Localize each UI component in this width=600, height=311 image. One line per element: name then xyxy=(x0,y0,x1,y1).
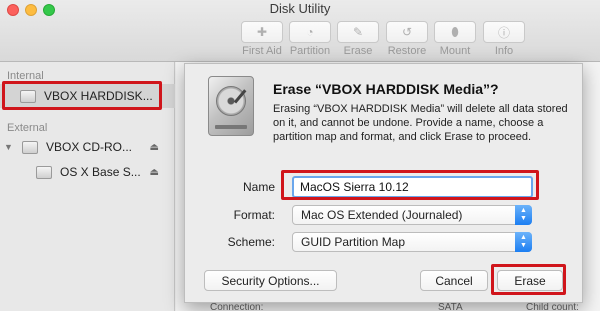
chevron-up-down-icon: ▲ ▼ xyxy=(515,232,532,252)
sidebar-item-os-x-base-system[interactable]: OS X Base S... ⏏ xyxy=(0,160,175,184)
connection-label: Connection: xyxy=(210,302,264,311)
format-value: Mac OS Extended (Journaled) xyxy=(301,208,463,222)
partition-button[interactable]: ◔ xyxy=(289,21,331,43)
info-button[interactable]: ⓘ xyxy=(483,21,525,43)
highlight-name-field xyxy=(281,170,539,200)
cancel-button[interactable]: Cancel xyxy=(420,270,488,291)
chevron-up-down-icon: ▲ ▼ xyxy=(515,205,532,225)
scheme-select[interactable]: GUID Partition Map ▲ ▼ xyxy=(292,232,532,252)
sidebar-item-label: VBOX CD-RO... xyxy=(46,140,133,154)
scheme-value: GUID Partition Map xyxy=(301,235,406,249)
sidebar-heading-external: External xyxy=(7,122,48,134)
child-count-label: Child count: xyxy=(526,302,579,311)
info-icon: ⓘ xyxy=(497,25,510,40)
scheme-label: Scheme: xyxy=(227,235,275,249)
first-aid-icon: ✚ xyxy=(256,25,268,39)
highlight-selected-disk xyxy=(2,81,162,110)
volume-icon xyxy=(36,165,52,179)
eject-icon[interactable]: ⏏ xyxy=(150,142,159,153)
sidebar-item-vbox-cdrom[interactable]: ▼ VBOX CD-RO... ⏏ xyxy=(0,135,175,159)
sheet-title: Erase “VBOX HARDDISK Media”? xyxy=(273,81,499,97)
format-select[interactable]: Mac OS Extended (Journaled) ▲ ▼ xyxy=(292,205,532,225)
format-label: Format: xyxy=(233,208,275,222)
erase-icon: ✎ xyxy=(352,25,364,39)
restore-icon: ↺ xyxy=(401,25,413,39)
info-label: Info xyxy=(494,45,514,57)
sidebar-item-label: OS X Base S... xyxy=(60,165,141,179)
mount-button[interactable]: ⬮ xyxy=(434,21,476,43)
sheet-description: Erasing “VBOX HARDDISK Media” will delet… xyxy=(273,103,568,143)
highlight-erase-button xyxy=(491,264,566,295)
hard-drive-icon xyxy=(208,76,254,136)
restore-button[interactable]: ↺ xyxy=(386,21,428,43)
window-title: Disk Utility xyxy=(269,1,331,16)
connection-value: SATA xyxy=(438,302,463,311)
partition-icon: ◔ xyxy=(306,25,314,39)
name-label: Name xyxy=(242,180,275,194)
mount-icon: ⬮ xyxy=(451,24,459,39)
security-options-button[interactable]: Security Options... xyxy=(204,270,337,291)
optical-drive-icon xyxy=(22,140,38,154)
erase-button[interactable]: ✎ xyxy=(337,21,379,43)
disclosure-triangle-icon[interactable]: ▼ xyxy=(4,142,13,152)
first-aid-button[interactable]: ✚ xyxy=(241,21,283,43)
eject-icon[interactable]: ⏏ xyxy=(150,167,159,178)
window-titlebar: Disk Utility ✚ First Aid ◔ Partition ✎ E… xyxy=(0,0,600,62)
